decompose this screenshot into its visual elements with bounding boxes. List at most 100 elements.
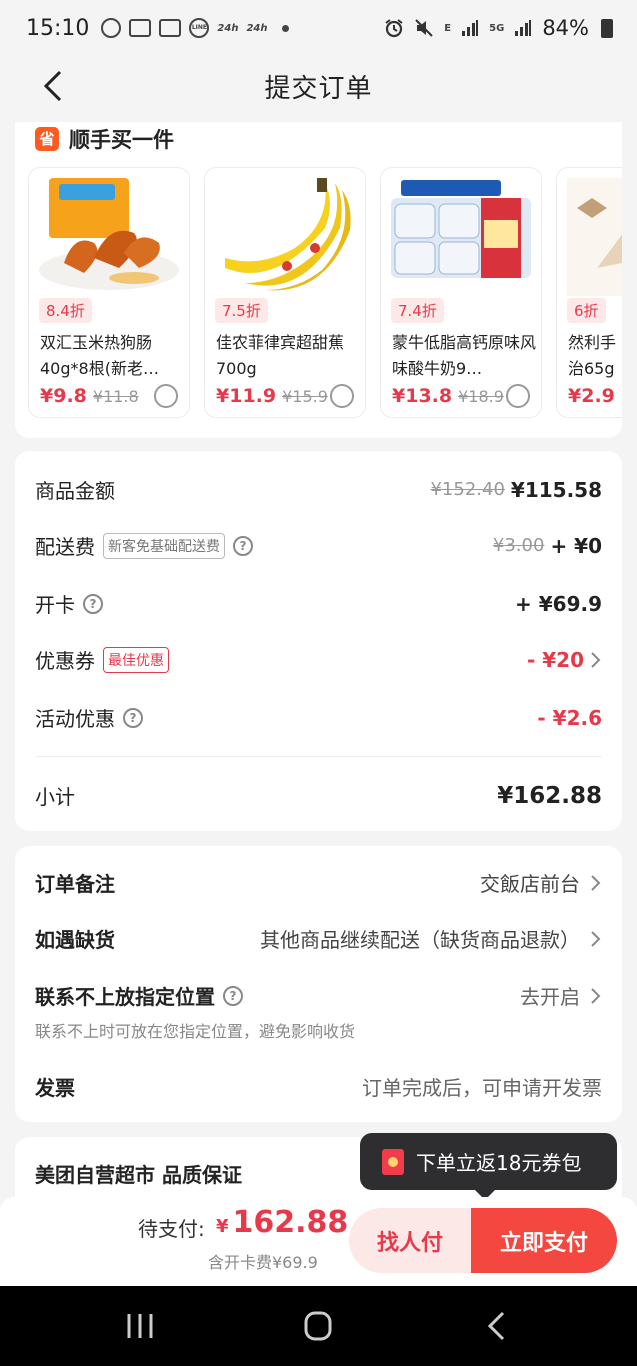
- product-price: ¥11.9: [216, 385, 277, 407]
- product-name: 佳农菲律宾超甜蕉700g: [216, 333, 345, 378]
- discount-badge: 7.5折: [215, 298, 268, 323]
- card-fee-row: 开卡 ? + ¥69.9: [35, 589, 602, 618]
- goods-amount-row: 商品金额 ¥152.40 ¥115.58: [35, 475, 602, 504]
- chevron-right-icon: [591, 651, 601, 668]
- product-original-price: ¥15.9: [282, 387, 328, 406]
- delivery-fee-value: + ¥0: [550, 533, 602, 558]
- product-price: ¥9.8: [40, 385, 87, 407]
- delivery-fee-row: 配送费 新客免基础配送费 ? ¥3.00 + ¥0: [35, 531, 602, 560]
- product-price: ¥2.9: [568, 385, 615, 407]
- price-summary: 商品金额 ¥152.40 ¥115.58 配送费 新客免基础配送费 ? ¥3.0…: [15, 451, 622, 831]
- 5g-icon: 5G: [489, 22, 505, 34]
- goods-amount-value: ¥115.58: [510, 477, 602, 502]
- status-bar: 15:10 LINE 24h 24h E 5G 84%: [0, 0, 637, 56]
- line-icon: LINE: [189, 18, 210, 38]
- contact-location-label: 联系不上放指定位置: [35, 985, 215, 1009]
- card-fee-value: + ¥69.9: [515, 591, 602, 616]
- order-remark-row[interactable]: 订单备注 交飯店前台: [35, 868, 602, 897]
- back-icon[interactable]: [478, 1308, 518, 1344]
- pay-amount-value: 162.88: [232, 1205, 349, 1240]
- product-name: 双汇玉米热狗肠40g*8根(新老…: [40, 333, 159, 378]
- page-header: 提交订单: [0, 56, 637, 116]
- product-card[interactable]: 7.5折 佳农菲律宾超甜蕉700g ¥11.9 ¥15.9: [204, 167, 366, 418]
- delivery-original-fee: ¥3.00: [492, 535, 545, 556]
- recent-apps-icon[interactable]: [120, 1308, 160, 1344]
- notification-dot-icon: [281, 24, 289, 32]
- product-image-banana: [225, 178, 351, 291]
- product-image-yogurt: [391, 180, 531, 278]
- home-icon[interactable]: [298, 1308, 338, 1344]
- 24h-icon: 24h: [246, 22, 268, 34]
- product-original-price: ¥11.8: [92, 387, 139, 406]
- delivery-tag: 新客免基础配送费: [103, 532, 225, 559]
- product-card[interactable]: 7.4折 蒙牛低脂高钙原味风味酸牛奶9… ¥13.8 ¥18.9: [380, 167, 542, 418]
- product-select-radio[interactable]: [154, 384, 178, 408]
- messenger-icon: [129, 19, 152, 37]
- messenger-icon: [159, 19, 182, 37]
- order-options: 订单备注 交飯店前台 如遇缺货 其他商品继续配送（缺货商品退款） 联系不上放指定…: [15, 846, 622, 1122]
- product-name: 然利手治65g: [568, 333, 617, 378]
- invoice-label: 发票: [35, 1076, 75, 1100]
- signal-icon: [515, 20, 532, 36]
- help-icon[interactable]: ?: [233, 535, 253, 556]
- chevron-right-icon: [591, 987, 601, 1004]
- chevron-right-icon: [591, 930, 601, 947]
- subtotal-value: ¥162.88: [497, 782, 602, 809]
- contact-location-value: 去开启: [520, 985, 580, 1009]
- card-fee-label: 开卡: [35, 593, 75, 617]
- product-card[interactable]: 6折 然利手治65g ¥2.9: [556, 167, 622, 418]
- back-arrow-icon[interactable]: [36, 68, 72, 104]
- stockout-value: 其他商品继续配送（缺货商品退款）: [260, 928, 580, 952]
- product-select-radio[interactable]: [506, 384, 530, 408]
- coupon-label: 优惠券: [35, 649, 95, 673]
- contact-location-row[interactable]: 联系不上放指定位置 ? 去开启: [35, 981, 602, 1010]
- product-name: 蒙牛低脂高钙原味风味酸牛奶9…: [392, 333, 537, 378]
- product-image-partial: [567, 178, 622, 296]
- help-icon[interactable]: ?: [123, 707, 143, 728]
- best-offer-tag: 最佳优惠: [103, 646, 169, 673]
- discount-badge: 8.4折: [39, 298, 92, 323]
- help-icon[interactable]: ?: [223, 985, 243, 1006]
- signal-icon: [462, 20, 479, 36]
- pay-now-button[interactable]: 立即支付: [471, 1208, 617, 1273]
- addon-header: 省 顺手买一件: [35, 124, 174, 154]
- promo-value: - ¥2.6: [537, 705, 602, 730]
- coupon-row[interactable]: 优惠券 最佳优惠 - ¥20: [35, 645, 602, 674]
- quality-title: 美团自营超市 品质保证: [35, 1163, 242, 1187]
- product-select-radio[interactable]: [330, 384, 354, 408]
- currency-symbol: ¥: [216, 1216, 229, 1237]
- delivery-fee-label: 配送费: [35, 535, 95, 559]
- alarm-icon: [385, 19, 403, 38]
- checkout-bar: 待支付: ¥ 162.88 含开卡费¥69.9 找人付 立即支付: [0, 1197, 637, 1286]
- subtotal-row: 小计 ¥162.88: [35, 781, 602, 810]
- pay-label: 待支付:: [138, 1217, 205, 1241]
- tooltip-text: 下单立返18元券包: [416, 1151, 582, 1175]
- clock: 15:10: [26, 15, 90, 41]
- battery-percent: 84%: [542, 16, 589, 40]
- order-remark-label: 订单备注: [35, 872, 115, 896]
- chevron-right-icon: [591, 874, 601, 891]
- product-price: ¥13.8: [392, 385, 453, 407]
- find-someone-pay-button[interactable]: 找人付: [349, 1208, 471, 1273]
- product-carousel[interactable]: 8.4折 双汇玉米热狗肠40g*8根(新老… ¥9.8 ¥11.8 7.5折 佳…: [28, 167, 622, 419]
- invoice-row[interactable]: 发票 订单完成后，可申请开发票: [35, 1072, 602, 1101]
- 24h-icon: 24h: [217, 22, 239, 34]
- order-remark-value: 交飯店前台: [480, 872, 580, 896]
- network-e-icon: E: [444, 22, 452, 34]
- promo-label: 活动优惠: [35, 707, 115, 731]
- card-fee-note: 含开卡费¥69.9: [208, 1253, 318, 1272]
- product-image-sausage: [39, 178, 179, 290]
- help-icon[interactable]: ?: [83, 593, 103, 614]
- page-title: 提交订单: [264, 73, 373, 104]
- invoice-value: 订单完成后，可申请开发票: [362, 1076, 602, 1100]
- discount-badge: 7.4折: [391, 298, 444, 323]
- subtotal-label: 小计: [35, 785, 75, 809]
- contact-location-hint: 联系不上时可放在您指定位置，避免影响收货: [35, 1022, 356, 1041]
- coupon-tooltip: 下单立返18元券包: [360, 1133, 617, 1200]
- mute-icon: [415, 19, 434, 37]
- goods-amount-label: 商品金额: [35, 479, 115, 503]
- battery-icon: [601, 18, 613, 38]
- product-card[interactable]: 8.4折 双汇玉米热狗肠40g*8根(新老… ¥9.8 ¥11.8: [28, 167, 190, 418]
- divider: [35, 756, 602, 757]
- stockout-row[interactable]: 如遇缺货 其他商品继续配送（缺货商品退款）: [35, 924, 602, 953]
